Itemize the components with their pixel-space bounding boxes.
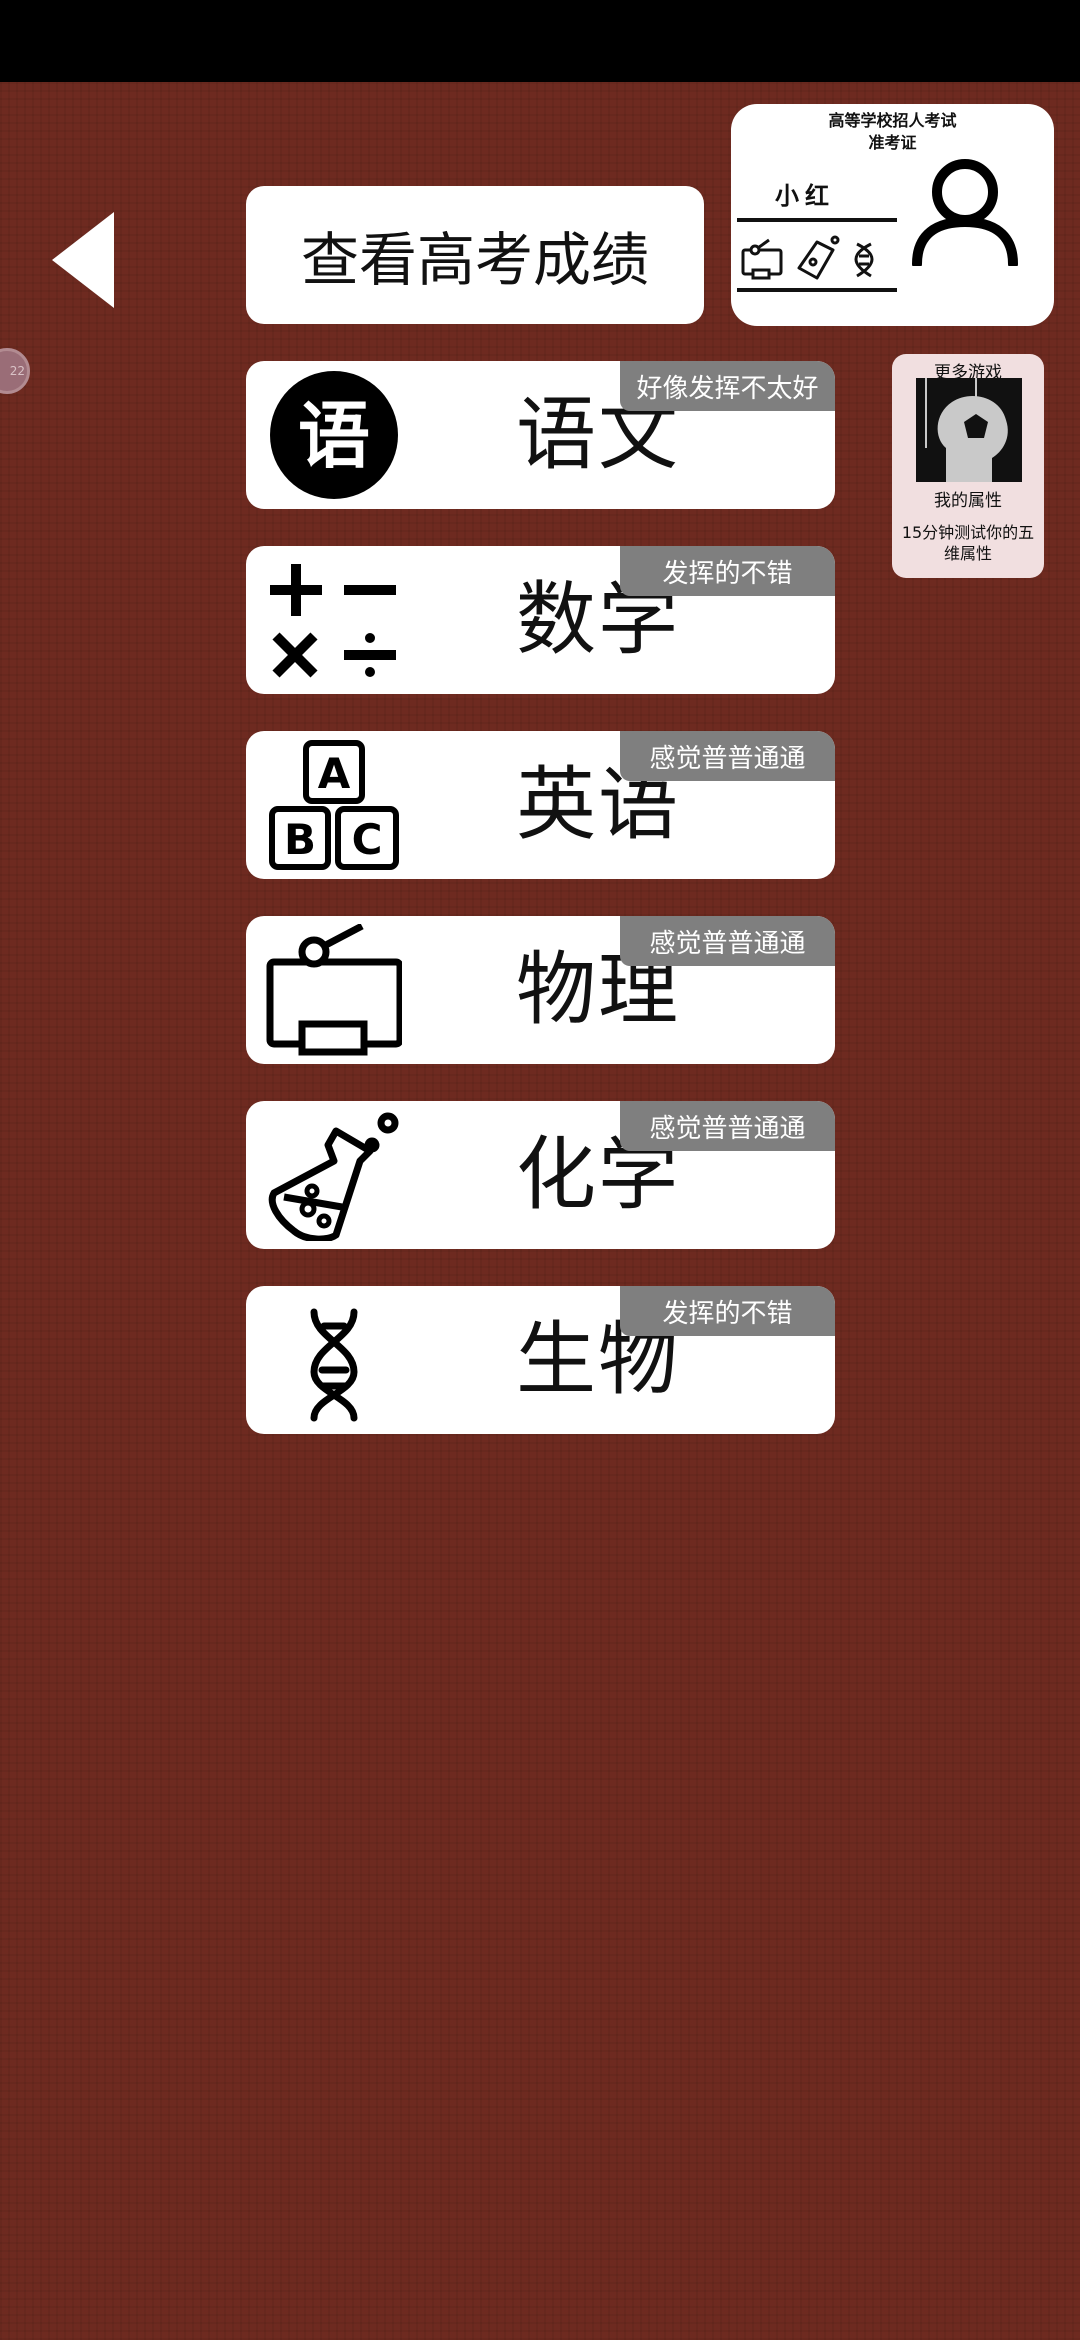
ticket-subject-icons — [741, 235, 874, 280]
flask-icon — [266, 1109, 402, 1241]
abc-blocks-icon: A B C — [266, 739, 402, 871]
ticket-title: 高等学校招人考试 — [828, 111, 957, 130]
math-operators-icon — [266, 554, 402, 686]
ticket-name: 小红 — [775, 182, 835, 210]
ticket-divider — [737, 288, 897, 292]
side-badge[interactable]: 22 — [0, 348, 30, 394]
subject-card-chemistry[interactable]: 化学 感觉普普通通 — [246, 1101, 835, 1249]
subject-tag: 感觉普普通通 — [620, 1101, 835, 1151]
subject-tag: 感觉普普通通 — [620, 916, 835, 966]
subject-tag: 好像发挥不太好 — [620, 361, 835, 411]
circuit-icon — [266, 924, 402, 1056]
person-icon — [912, 159, 1018, 266]
svg-text:C: C — [352, 815, 383, 864]
left-triangle-icon — [52, 212, 114, 308]
chinese-character-icon: 语 — [266, 369, 402, 501]
svg-text:A: A — [318, 749, 351, 798]
status-bar — [0, 0, 1080, 82]
subject-tag: 发挥的不错 — [620, 546, 835, 596]
view-scores-button[interactable]: 查看高考成绩 — [246, 186, 704, 324]
more-games-card[interactable]: 更多游戏 我的属性 15分钟测试你的五维属性 — [892, 354, 1044, 578]
subject-card-physics[interactable]: 物理 感觉普普通通 — [246, 916, 835, 1064]
subject-card-math[interactable]: 数学 发挥的不错 — [246, 546, 835, 694]
head-diamond-icon — [916, 378, 1022, 482]
subject-card-chinese[interactable]: 语 语文 好像发挥不太好 — [246, 361, 835, 509]
ticket-divider — [737, 218, 897, 222]
more-games-name: 我的属性 — [934, 491, 1002, 511]
dna-icon — [266, 1294, 402, 1426]
admission-ticket[interactable]: 高等学校招人考试 准考证 小红 — [731, 104, 1054, 326]
subject-card-english[interactable]: A B C 英语 感觉普普通通 — [246, 731, 835, 879]
subject-card-biology[interactable]: 生物 发挥的不错 — [246, 1286, 835, 1434]
back-button[interactable] — [52, 212, 114, 308]
ticket-subtitle: 准考证 — [868, 133, 917, 152]
svg-text:语: 语 — [298, 394, 370, 478]
svg-text:B: B — [284, 815, 316, 864]
subject-tag: 发挥的不错 — [620, 1286, 835, 1336]
more-games-desc: 15分钟测试你的五维属性 — [901, 523, 1035, 563]
subject-tag: 感觉普普通通 — [620, 731, 835, 781]
